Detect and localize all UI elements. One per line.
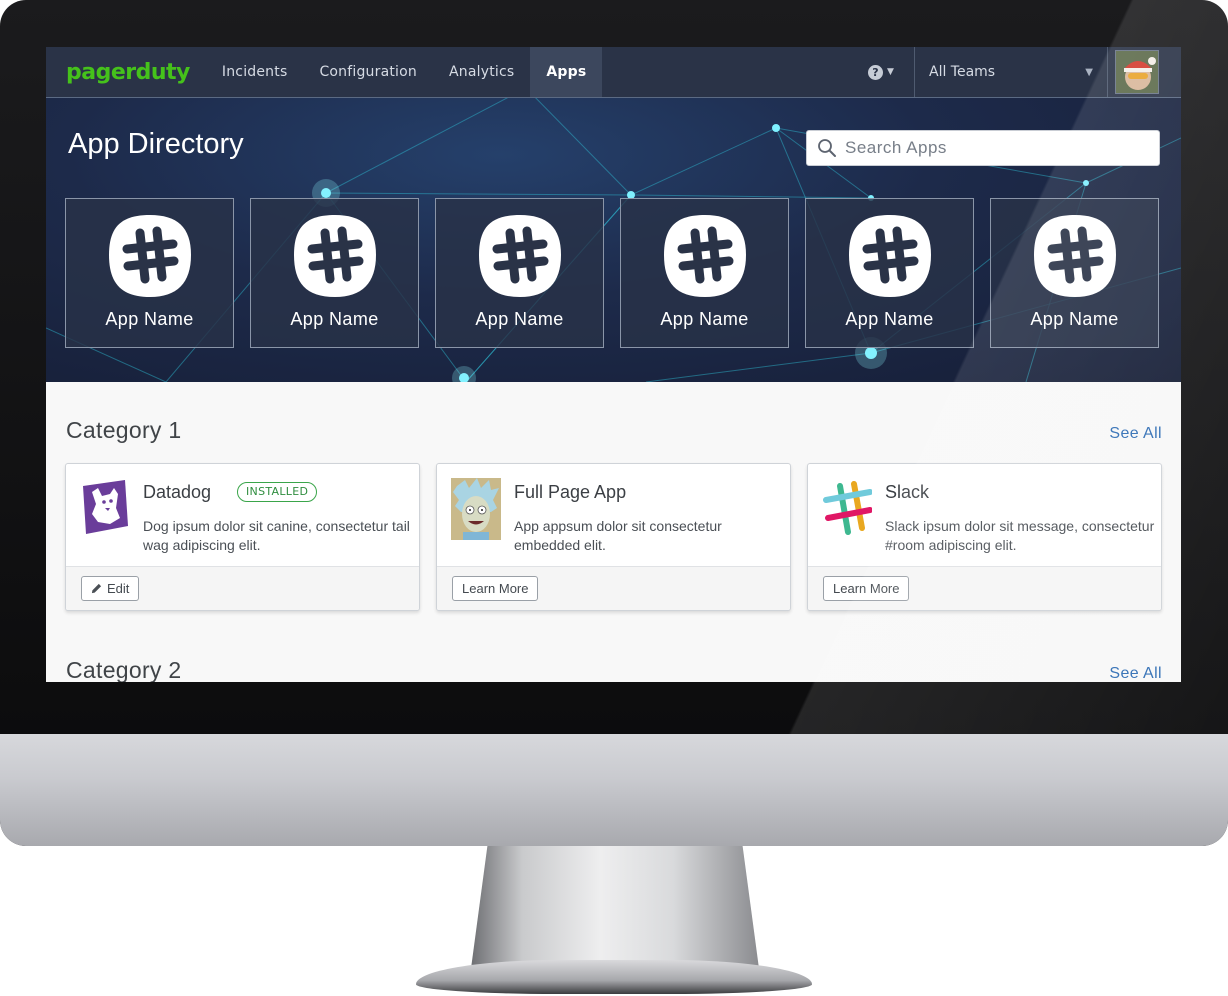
card-footer: Edit [66, 566, 419, 610]
card-footer: Learn More [437, 566, 790, 610]
featured-app-tile[interactable]: App Name [65, 198, 234, 348]
app-categories: Category 1 See All Datadog INSTALLED Dog… [46, 382, 1181, 682]
search-icon [818, 139, 836, 157]
category-title: Category 1 [66, 417, 182, 443]
chevron-down-icon: ▼ [887, 67, 894, 77]
monitor-frame: pagerduty Incidents Configuration Analyt… [0, 0, 1228, 846]
hero-banner: App Directory Search Apps App Name App N… [46, 98, 1181, 382]
nav-items: Incidents Configuration Analytics Apps [206, 47, 603, 97]
monitor-base [416, 960, 812, 994]
learn-more-button[interactable]: Learn More [823, 576, 910, 601]
nav-item-incidents[interactable]: Incidents [206, 47, 304, 97]
search-input[interactable] [843, 132, 1147, 164]
app-card-name: Slack [885, 482, 930, 502]
page-title: App Directory [68, 128, 244, 160]
edit-button-label: Edit [107, 581, 130, 596]
datadog-logo [83, 480, 128, 534]
teams-dropdown-label: All Teams [929, 64, 996, 80]
nav-item-analytics[interactable]: Analytics [433, 47, 530, 97]
featured-app-tile[interactable]: App Name [435, 198, 604, 348]
category-title: Category 2 [66, 657, 182, 682]
nav-item-apps[interactable]: Apps [530, 47, 603, 97]
edit-button[interactable]: Edit [81, 576, 140, 601]
app-card-name: Datadog [143, 482, 212, 502]
card-body: Datadog INSTALLED Dog ipsum dolor sit ca… [66, 464, 419, 566]
pagerduty-logo[interactable]: pagerduty [66, 60, 190, 85]
category-header: Category 1 See All [66, 417, 1162, 444]
teams-dropdown[interactable]: All Teams ▼ [914, 47, 1108, 97]
see-all-link[interactable]: See All [1109, 665, 1162, 682]
slack-hash-icon [293, 215, 376, 297]
featured-app-tile[interactable]: App Name [990, 198, 1159, 348]
featured-app-name: App Name [475, 309, 564, 329]
slack-hash-icon [848, 215, 931, 297]
app-screen: pagerduty Incidents Configuration Analyt… [46, 47, 1181, 682]
monitor-stand [470, 846, 760, 976]
featured-app-name: App Name [660, 309, 749, 329]
category-header: Category 2 See All [66, 657, 1162, 682]
featured-app-tile[interactable]: App Name [620, 198, 789, 348]
installed-badge: INSTALLED [237, 482, 318, 502]
card-body: Full Page App App appsum dolor sit conse… [437, 464, 790, 566]
nav-item-configuration[interactable]: Configuration [303, 47, 433, 97]
featured-app-name: App Name [1030, 309, 1119, 329]
monitor-chin [0, 734, 1228, 846]
slack-hash-icon [1033, 215, 1116, 297]
category-app-cards: Datadog INSTALLED Dog ipsum dolor sit ca… [65, 463, 1162, 611]
see-all-link[interactable]: See All [1109, 425, 1162, 443]
app-card-description: Slack ipsum dolor sit message, consectet… [885, 518, 1155, 553]
chevron-down-icon: ▼ [1085, 66, 1093, 78]
slack-hash-icon [663, 215, 746, 297]
pencil-icon [91, 583, 102, 594]
learn-more-button[interactable]: Learn More [452, 576, 539, 601]
app-card-datadog[interactable]: Datadog INSTALLED Dog ipsum dolor sit ca… [65, 463, 420, 611]
slack-hash-icon [108, 215, 191, 297]
card-body: Slack Slack ipsum dolor sit message, con… [808, 464, 1161, 566]
featured-app-name: App Name [845, 309, 934, 329]
top-nav: pagerduty Incidents Configuration Analyt… [46, 47, 1181, 98]
slack-logo [823, 481, 872, 535]
card-footer: Learn More [808, 566, 1161, 610]
search-box[interactable] [806, 130, 1160, 166]
featured-apps: App Name App Name App Name App Name App … [65, 198, 1159, 348]
featured-app-name: App Name [105, 309, 194, 329]
rick-avatar [451, 478, 501, 540]
help-menu[interactable]: ? ▼ [868, 62, 894, 82]
app-card-slack[interactable]: Slack Slack ipsum dolor sit message, con… [807, 463, 1162, 611]
app-card-description: Dog ipsum dolor sit canine, consectetur … [143, 518, 410, 553]
app-card-full-page-app[interactable]: Full Page App App appsum dolor sit conse… [436, 463, 791, 611]
featured-app-tile[interactable]: App Name [805, 198, 974, 348]
app-card-name: Full Page App [514, 482, 627, 502]
slack-hash-icon [478, 215, 561, 297]
user-avatar[interactable] [1115, 50, 1159, 94]
featured-app-tile[interactable]: App Name [250, 198, 419, 348]
featured-app-name: App Name [290, 309, 379, 329]
app-card-description: App appsum dolor sit consectetur embedde… [514, 518, 722, 553]
question-circle-icon: ? [868, 64, 883, 80]
